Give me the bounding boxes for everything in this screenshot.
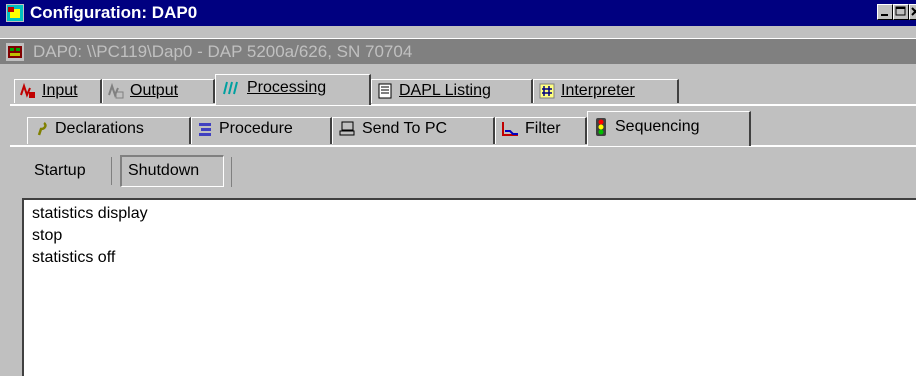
listing-document-icon — [378, 83, 392, 99]
configuration-window-icon — [6, 4, 24, 22]
close-button[interactable] — [909, 4, 916, 20]
tab-sequencing[interactable]: Sequencing — [587, 111, 751, 146]
device-board-icon — [6, 43, 24, 61]
maximize-icon — [895, 6, 906, 16]
output-signal-icon — [108, 82, 124, 99]
declarations-hook-icon — [37, 121, 47, 136]
command-line: stop — [32, 227, 63, 244]
input-signal-icon — [20, 82, 35, 98]
tab-filter[interactable]: Filter — [495, 117, 587, 144]
minimize-button[interactable] — [877, 4, 893, 20]
tab-output[interactable]: Output — [102, 79, 215, 103]
tab-shutdown[interactable]: Shutdown — [120, 155, 224, 187]
command-line: statistics display — [32, 205, 148, 222]
window-title: Configuration: DAP0 — [30, 3, 198, 22]
tab-send-to-pc[interactable]: Send To PC — [332, 117, 495, 144]
command-line: statistics off — [32, 249, 116, 266]
procedure-blocks-icon — [199, 122, 211, 136]
filter-graph-icon — [502, 121, 518, 136]
close-icon — [911, 7, 916, 16]
minimize-icon — [881, 14, 888, 16]
main-tabs-baseline — [10, 104, 916, 106]
tab-dapl-listing[interactable]: DAPL Listing — [371, 79, 533, 103]
tab-processing[interactable]: Processing — [215, 74, 371, 105]
device-info-bar: DAP0: \\PC119\Dap0 - DAP 5200a/626, SN 7… — [0, 38, 916, 64]
shutdown-command-editor[interactable]: statistics display stop statistics off — [22, 198, 916, 376]
interpreter-grid-icon — [539, 83, 555, 99]
tab-input[interactable]: Input — [14, 79, 102, 103]
tab-startup[interactable]: Startup — [30, 157, 112, 185]
tab-interpreter[interactable]: Interpreter — [533, 79, 679, 103]
maximize-button[interactable] — [893, 4, 909, 20]
tab-procedure[interactable]: Procedure — [191, 117, 332, 144]
processing-tabs-baseline — [10, 145, 916, 147]
traffic-light-icon — [596, 117, 606, 136]
send-to-pc-icon — [339, 121, 355, 136]
processing-waves-icon — [223, 81, 238, 95]
subtab-divider — [231, 157, 232, 187]
device-info-text: DAP0: \\PC119\Dap0 - DAP 5200a/626, SN 7… — [33, 42, 413, 61]
tab-declarations[interactable]: Declarations — [27, 117, 191, 144]
window-titlebar[interactable]: Configuration: DAP0 — [0, 0, 916, 26]
